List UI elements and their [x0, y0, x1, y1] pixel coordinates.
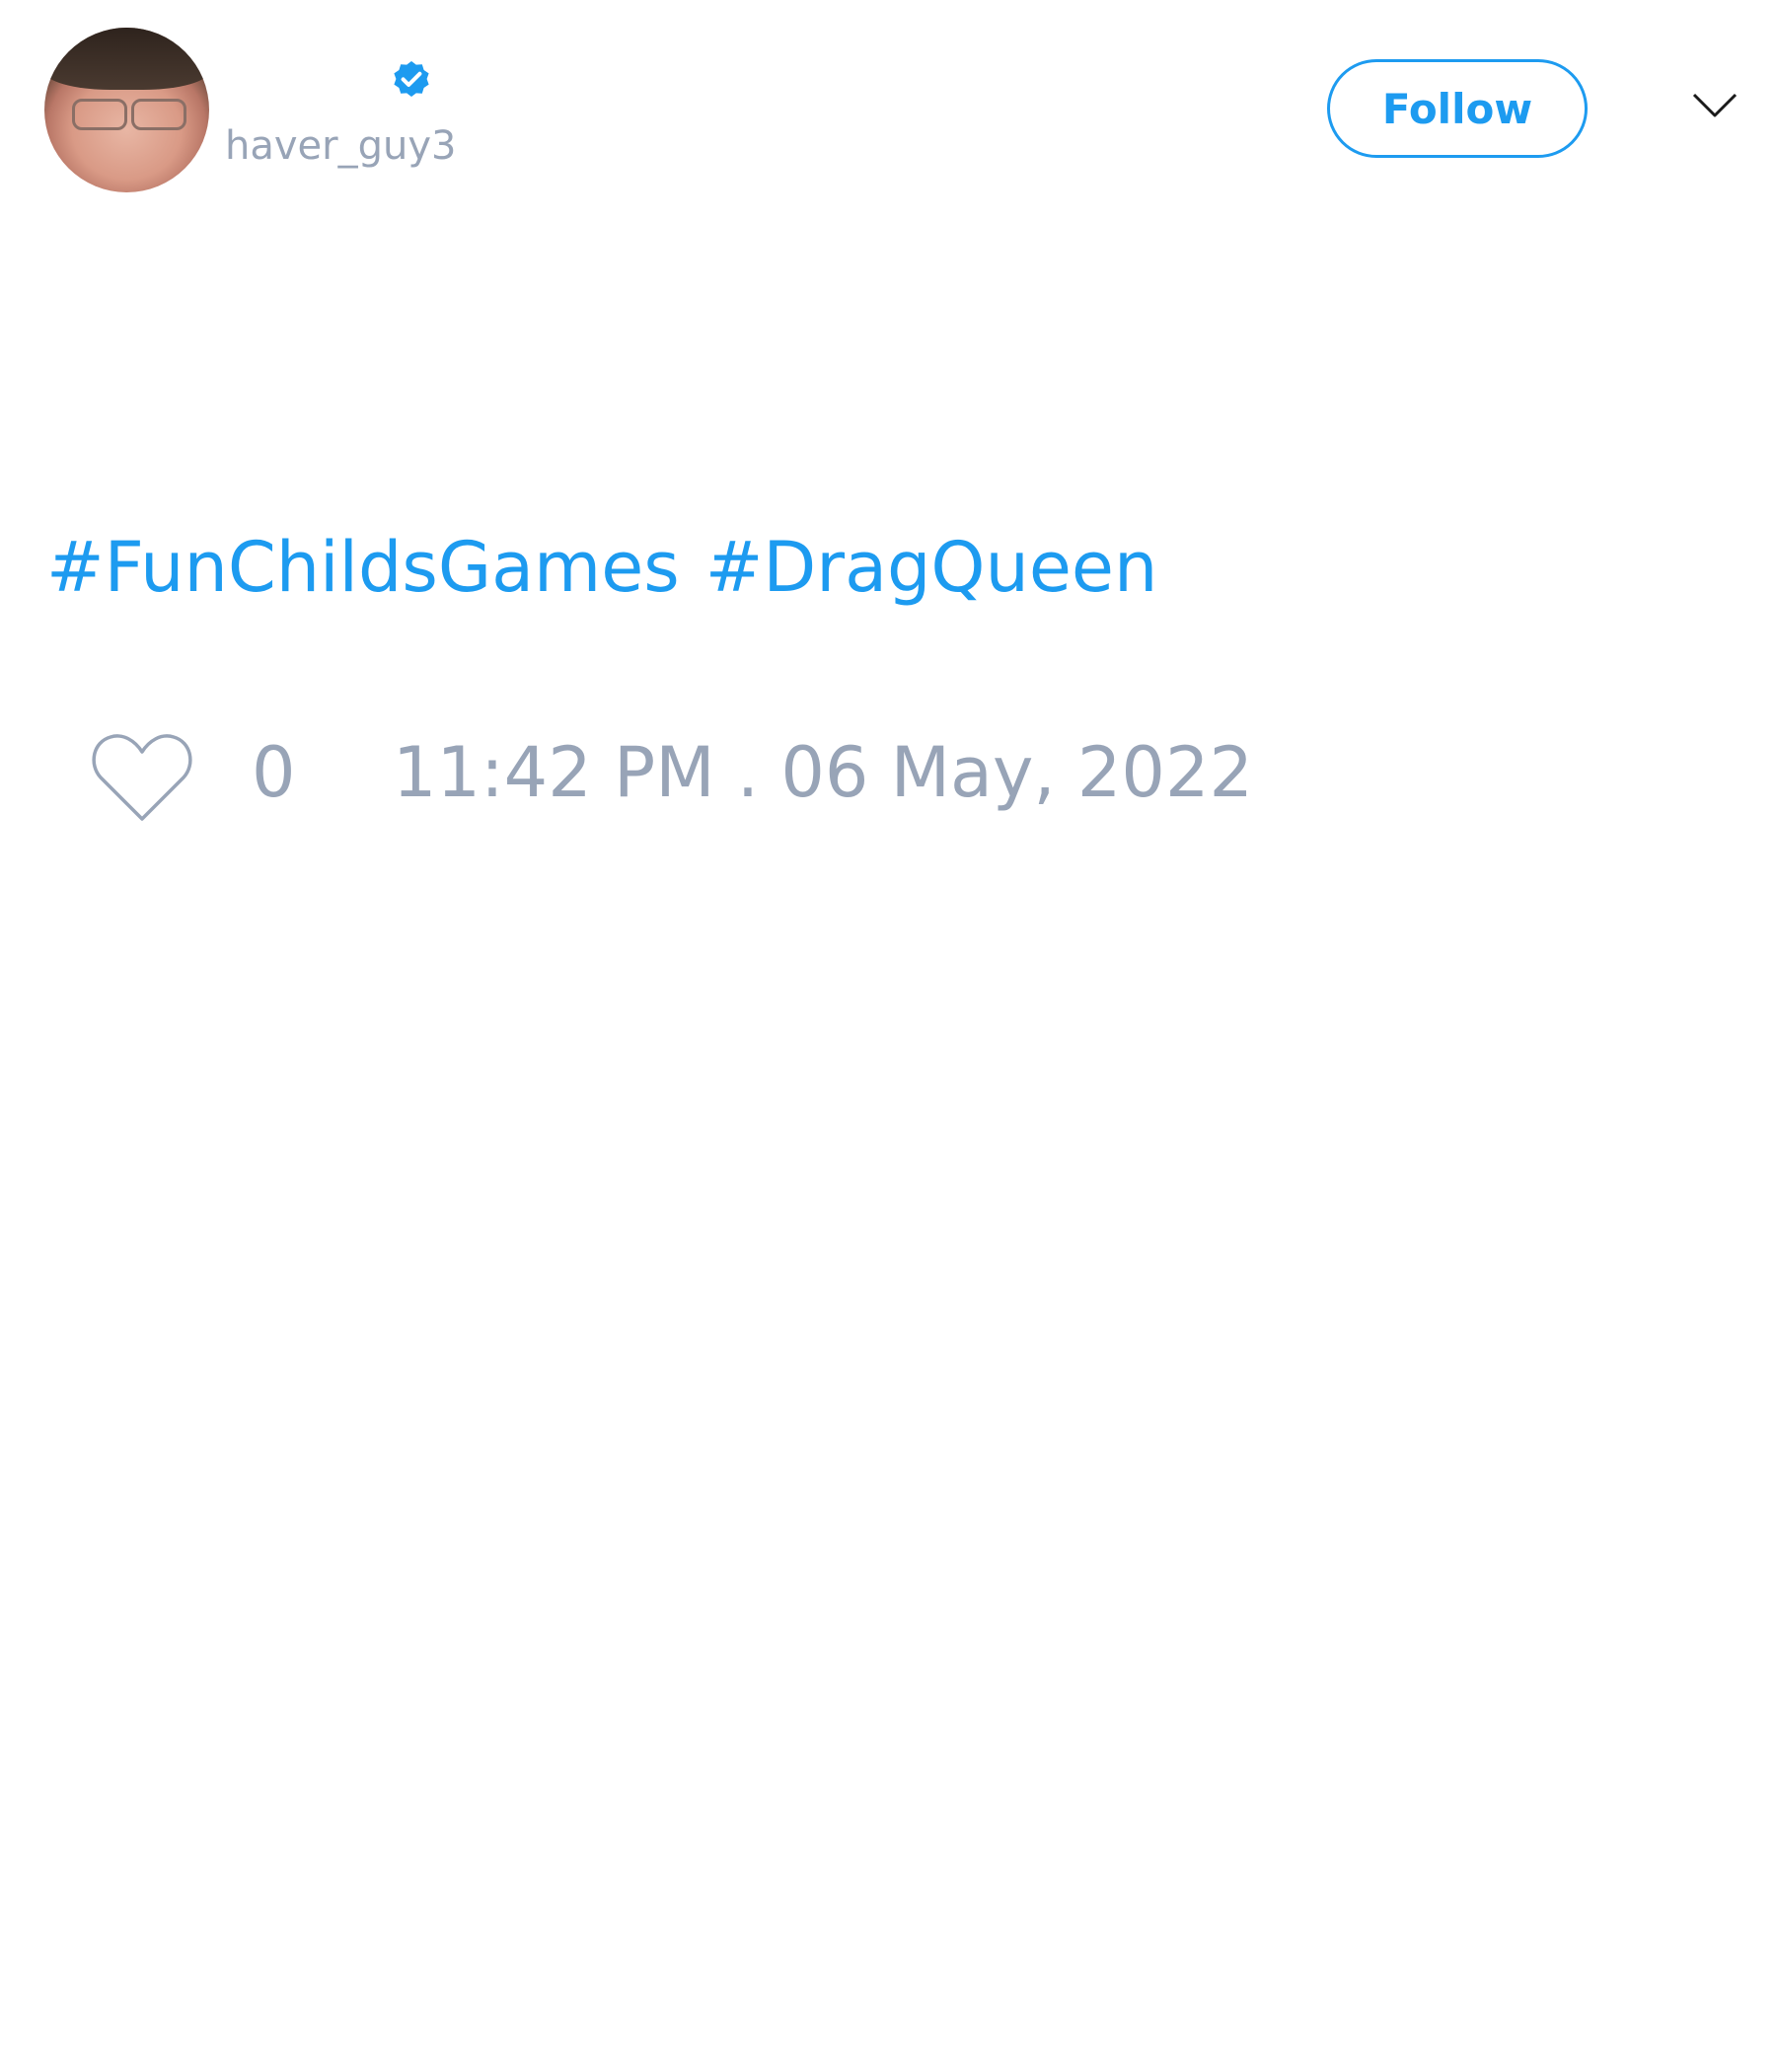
avatar-hair [44, 28, 209, 91]
hashtag-link[interactable]: #FunChildsGames [46, 527, 680, 608]
hashtag-link[interactable]: #DragQueen [705, 527, 1158, 608]
tweet-timestamp[interactable]: 11:42 PM . 06 May, 2022 [393, 738, 1253, 807]
avatar-glasses-left [72, 99, 127, 130]
follow-button[interactable]: Follow [1327, 59, 1588, 158]
user-handle[interactable]: haver_guy3 [225, 126, 456, 166]
tweet-text: #FunChildsGames #DragQueen [46, 533, 1183, 602]
chevron-down-icon[interactable] [1691, 91, 1739, 120]
verified-badge-icon [394, 61, 429, 97]
avatar[interactable] [44, 28, 209, 192]
heart-icon[interactable] [91, 732, 193, 823]
tweet-card: haver_guy3 Follow #FunChildsGames #DragQu… [0, 0, 1776, 2072]
like-count: 0 [252, 732, 296, 813]
avatar-glasses-right [131, 99, 186, 130]
